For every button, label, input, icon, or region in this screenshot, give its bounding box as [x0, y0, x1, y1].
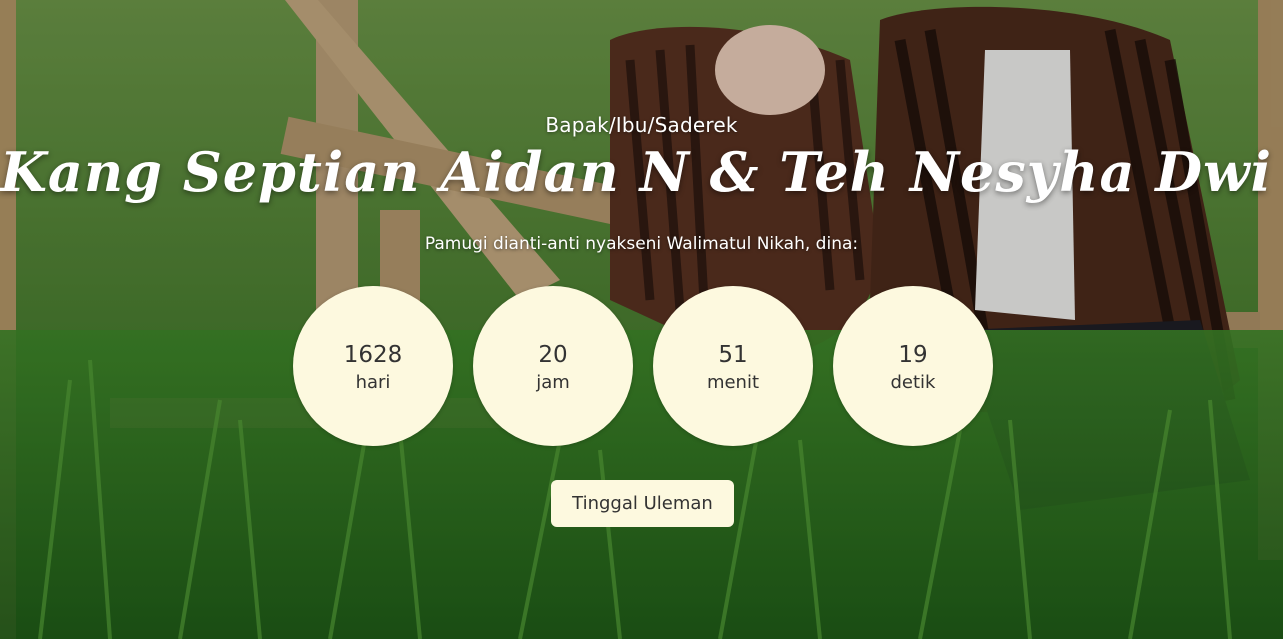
countdown-days-unit: hari	[355, 372, 391, 393]
hero-content: Bapak/Ibu/Saderek Kang Septian Aidan N &…	[0, 0, 1283, 639]
countdown-hours: 20 jam	[473, 286, 633, 446]
greeting-text: Bapak/Ibu/Saderek	[545, 113, 738, 137]
countdown-days-value: 1628	[343, 342, 403, 368]
invitation-text: Pamugi dianti-anti nyakseni Walimatul Ni…	[424, 234, 859, 254]
countdown-minutes-value: 51	[718, 342, 748, 368]
countdown-seconds: 19 detik	[833, 286, 993, 446]
countdown-seconds-unit: detik	[890, 372, 936, 393]
countdown-minutes-unit: menit	[706, 372, 760, 393]
countdown-days: 1628 hari	[293, 286, 453, 446]
save-invitation-button[interactable]: Tinggal Uleman	[551, 480, 734, 527]
hero-section: Bapak/Ibu/Saderek Kang Septian Aidan N &…	[0, 0, 1283, 639]
couple-names: Kang Septian Aidan N & Teh Nesyha Dwi F	[0, 140, 1283, 204]
countdown-minutes: 51 menit	[653, 286, 813, 446]
countdown-hours-unit: jam	[536, 372, 570, 393]
countdown-seconds-value: 19	[898, 342, 928, 368]
countdown: 1628 hari 20 jam 51 menit 19 detik	[293, 286, 993, 446]
countdown-hours-value: 20	[538, 342, 568, 368]
